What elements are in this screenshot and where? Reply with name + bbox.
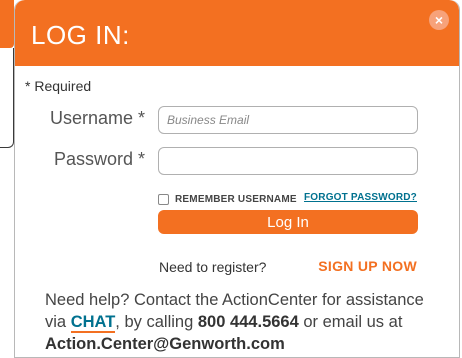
help-mid: , by calling (115, 313, 198, 331)
phone-number: 800 444.5664 (197, 313, 299, 331)
close-icon[interactable]: × (429, 10, 449, 30)
password-label: Password * (53, 149, 145, 169)
sign-up-link[interactable]: SIGN UP NOW (318, 258, 417, 274)
remember-username-checkbox[interactable] (158, 193, 169, 205)
register-prompt: Need to register? (159, 259, 267, 275)
password-input[interactable] (158, 147, 418, 175)
login-button[interactable]: Log In (158, 210, 418, 234)
modal-header: LOG IN: × (15, 0, 459, 66)
background-header (0, 0, 14, 48)
username-input[interactable] (158, 106, 418, 134)
required-note: * Required (25, 78, 92, 94)
chat-link[interactable]: CHAT (70, 313, 116, 333)
remember-username-label[interactable]: REMEMBER USERNAME (175, 194, 297, 205)
modal-title: LOG IN: (31, 20, 130, 50)
forgot-password-link[interactable]: FORGOT PASSWORD? (304, 192, 417, 203)
background-panel (0, 48, 14, 148)
login-modal: LOG IN: × * Required Username * Password… (14, 0, 460, 358)
username-label: Username * (49, 108, 145, 128)
remember-username-row: REMEMBER USERNAME (158, 192, 297, 206)
support-email[interactable]: Action.Center@Genworth.com (45, 335, 285, 353)
help-text: Need help? Contact the ActionCenter for … (45, 289, 445, 355)
help-or: or email us at (298, 313, 403, 331)
